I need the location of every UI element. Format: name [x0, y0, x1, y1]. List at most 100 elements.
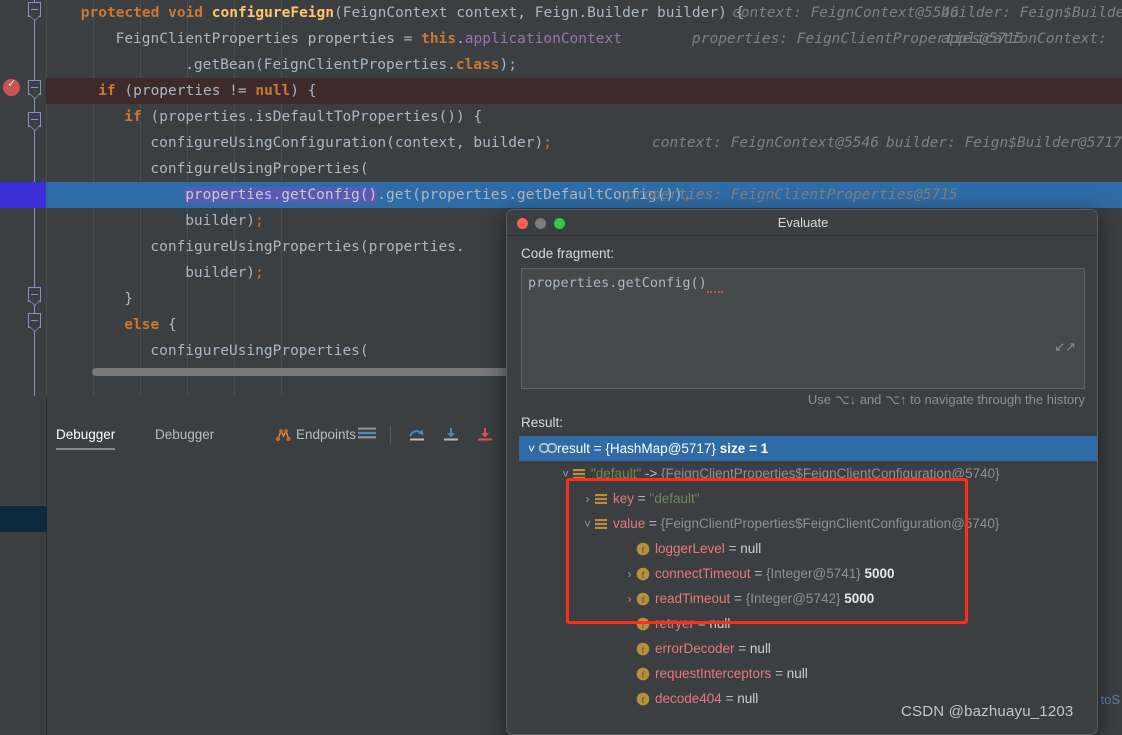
result-row[interactable]: f retryer = null — [519, 611, 730, 636]
result-row-selected[interactable]: ˅ result = {HashMap@5717} size = 1 — [519, 436, 1097, 461]
result-text: = — [725, 691, 738, 706]
result-text: {FeignClientProperties$FeignClientConfig… — [661, 466, 1000, 481]
field-icon: f — [636, 692, 650, 706]
evaluate-result-icon — [538, 442, 558, 456]
code-line[interactable]: if (properties.isDefaultToProperties()) … — [46, 104, 1122, 130]
result-text: = — [775, 666, 787, 681]
code-fragment-input[interactable]: properties.getConfig() ↙↗ — [521, 268, 1085, 389]
current-execution-marker — [0, 182, 46, 208]
result-text: null — [740, 541, 762, 556]
result-row[interactable]: f decode404 = null — [519, 686, 758, 711]
tab-label: Endpoints — [296, 427, 357, 442]
code-line[interactable]: configureUsingProperties( — [46, 156, 1122, 182]
svg-text:f: f — [642, 544, 645, 554]
result-row[interactable]: › f connectTimeout = {Integer@5741} 5000 — [519, 561, 895, 586]
code-fragment-label: Code fragment: — [521, 246, 615, 261]
inline-debug-hint: context: FeignContext@5546 — [732, 5, 959, 21]
svg-text:f: f — [642, 694, 645, 704]
dialog-title: Evaluate — [507, 210, 1097, 236]
map-entry-icon — [594, 517, 608, 531]
result-row[interactable]: › key = "default" — [519, 486, 700, 511]
result-tree[interactable]: ˅ result = {HashMap@5717} size = 1 ˅ "defau… — [519, 436, 1097, 734]
tab-debugger[interactable]: Debugger — [155, 421, 214, 450]
code-line[interactable]: properties.getConfig().get(properties.ge… — [46, 182, 1122, 208]
breakpoint-icon[interactable]: ✓ — [3, 78, 20, 96]
layout-menu-icon[interactable] — [357, 426, 377, 445]
svg-text:f: f — [642, 619, 645, 629]
fold-marker-icon[interactable] — [28, 287, 41, 306]
expand-editor-icon[interactable]: ↙↗ — [1054, 339, 1076, 355]
result-text: = — [637, 491, 650, 506]
tab-label: Debugger — [155, 427, 215, 442]
expand-arrow-icon[interactable]: ˅ — [581, 512, 594, 537]
expand-arrow-icon[interactable]: › — [623, 562, 636, 587]
result-text: requestInterceptors — [655, 666, 776, 681]
expand-arrow-icon[interactable]: › — [623, 587, 636, 612]
history-hint: Use ⌥↓ and ⌥↑ to navigate through the hi… — [807, 392, 1085, 407]
minimize-icon[interactable] — [535, 218, 546, 229]
result-label: Result: — [521, 415, 564, 430]
editor-gutter[interactable]: ✓ — [0, 0, 46, 396]
svg-text:f: f — [642, 569, 645, 579]
fold-marker-icon[interactable] — [28, 80, 41, 99]
expand-arrow-icon[interactable]: ˅ — [525, 437, 538, 462]
tab-debugger[interactable]: Debugger — [56, 421, 116, 450]
result-text: 5000 — [844, 591, 875, 606]
field-icon: f — [636, 667, 650, 681]
result-text: null — [709, 616, 731, 631]
result-text: result — [557, 441, 594, 456]
result-text: retryer — [655, 616, 698, 631]
maximize-icon[interactable] — [554, 218, 565, 229]
expand-arrow-icon[interactable]: › — [581, 487, 594, 512]
result-text: -> — [641, 466, 662, 481]
run-indicator — [0, 506, 47, 532]
result-row[interactable]: f loggerLevel = null — [519, 536, 761, 561]
code-line[interactable]: FeignClientProperties properties = this.… — [46, 26, 1122, 52]
field-icon: f — [636, 642, 650, 656]
result-text: {FeignClientProperties$FeignClientConfig… — [660, 516, 1000, 531]
result-text: value — [613, 516, 650, 531]
field-icon: f — [636, 567, 650, 581]
inline-debug-hint: context: FeignContext@5546 — [652, 135, 879, 151]
result-row[interactable]: › f readTimeout = {Integer@5742} 5000 — [519, 586, 875, 612]
fold-marker-icon[interactable] — [28, 2, 41, 21]
result-text: {Integer@5742} — [745, 591, 845, 606]
force-step-into-icon[interactable] — [475, 426, 495, 447]
code-fragment-value: properties.getConfig() — [528, 275, 724, 293]
right-edge-label: toS — [1100, 692, 1120, 707]
code-line[interactable]: protected void configureFeign(FeignConte… — [46, 0, 1122, 26]
result-text: key — [613, 491, 638, 506]
fold-marker-icon[interactable] — [28, 112, 41, 131]
code-line[interactable]: .getBean(FeignClientProperties.class); — [46, 52, 1122, 78]
result-text: = — [593, 441, 606, 456]
result-text: 5000 — [864, 566, 895, 581]
code-line[interactable]: configureUsingConfiguration(context, bui… — [46, 130, 1122, 156]
watermark-text: CSDN @bazhuayu_1203 — [901, 703, 1074, 720]
editor-hscrollbar-thumb[interactable] — [92, 368, 544, 376]
result-text: connectTimeout — [655, 566, 755, 581]
step-out-icon[interactable] — [407, 426, 427, 447]
result-text: = — [738, 641, 750, 656]
step-into-icon[interactable] — [441, 426, 461, 447]
result-text: "default" — [649, 491, 700, 506]
result-row[interactable]: f requestInterceptors = null — [519, 661, 808, 686]
fold-marker-icon[interactable] — [28, 313, 41, 332]
expand-arrow-icon[interactable]: ˅ — [559, 462, 572, 487]
tab-endpoints[interactable]: Endpoints — [275, 421, 356, 450]
result-text: loggerLevel — [655, 541, 729, 556]
result-row[interactable]: ˅ "default" -> {FeignClientProperties$Fei… — [519, 461, 1000, 486]
result-text: decode404 — [655, 691, 726, 706]
result-text: = — [649, 516, 661, 531]
code-line[interactable]: if (properties != null) { — [46, 78, 1122, 104]
tool-window-left-strip — [0, 396, 47, 735]
result-row[interactable]: f errorDecoder = null — [519, 636, 771, 661]
ide-window: protected void configureFeign(FeignConte… — [0, 0, 1122, 735]
result-text: null — [737, 691, 759, 706]
toolbar-separator — [390, 426, 391, 444]
evaluate-dialog[interactable]: Evaluate Code fragment: properties.getCo… — [506, 209, 1098, 735]
inline-debug-hint: applicationContext: — [941, 31, 1107, 47]
result-text: = — [734, 591, 746, 606]
result-row[interactable]: ˅ value = {FeignClientProperties$FeignCli… — [519, 511, 999, 536]
map-entry-icon — [594, 492, 608, 506]
close-icon[interactable] — [517, 218, 528, 229]
